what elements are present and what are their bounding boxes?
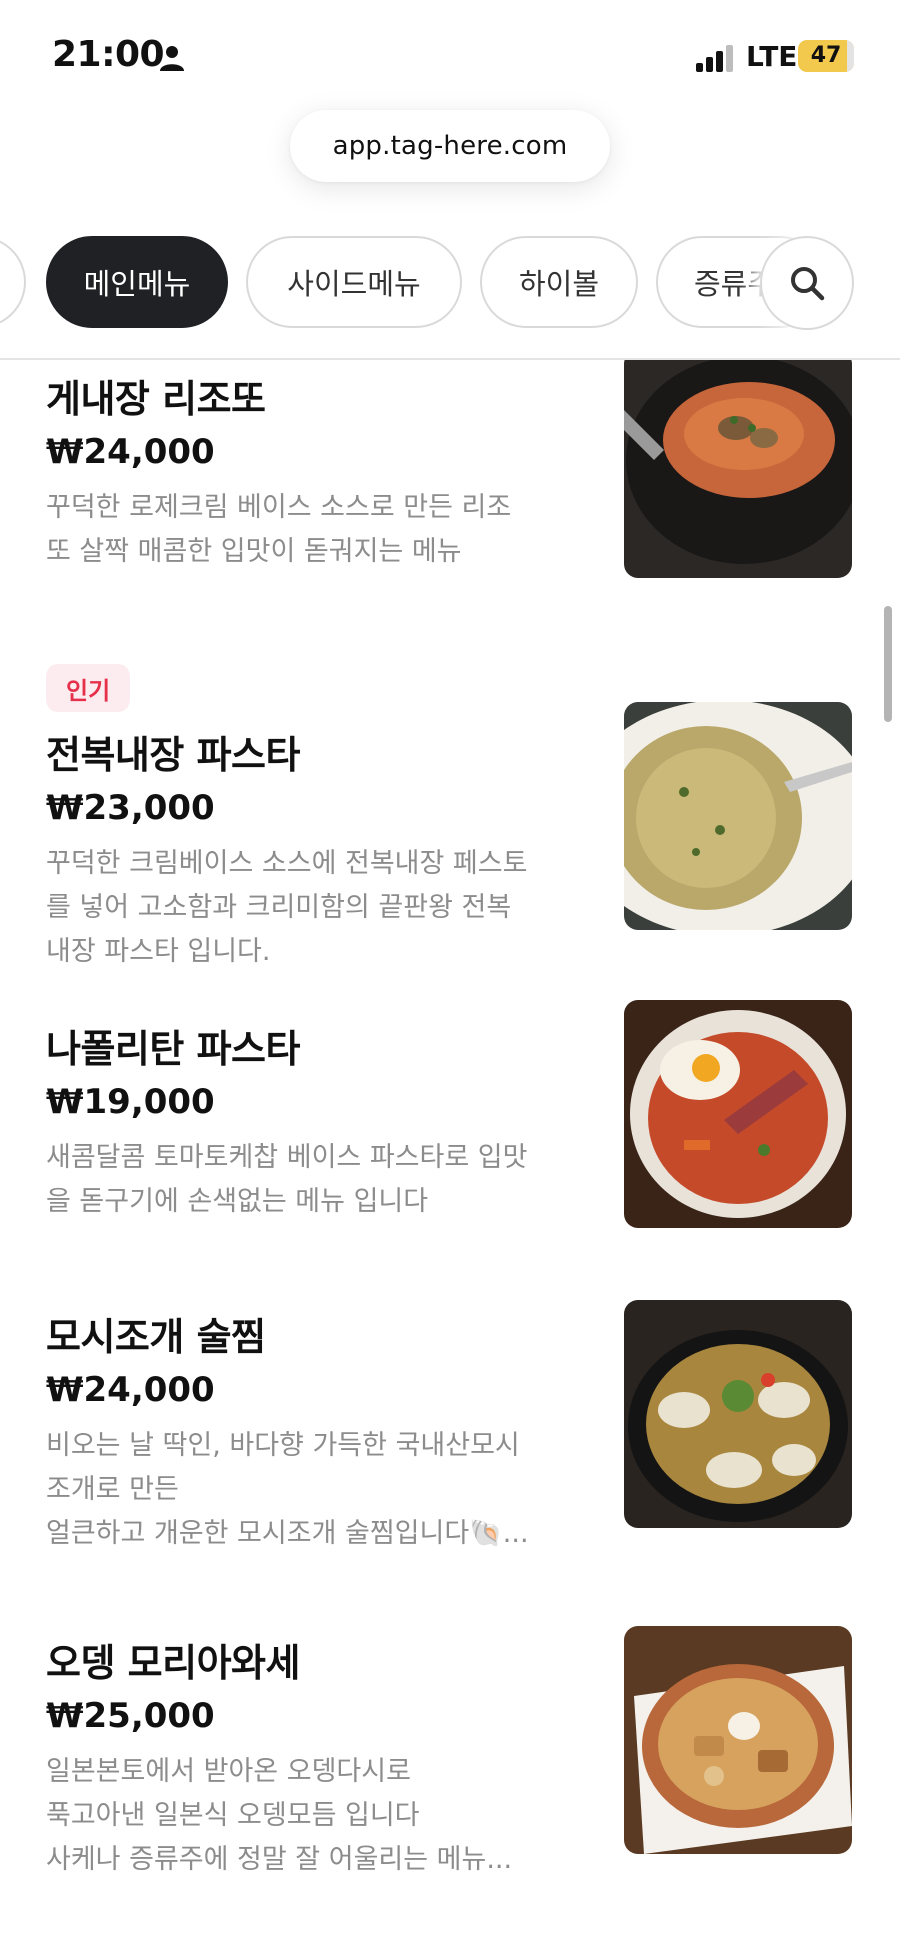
status-time: 21:00 (52, 34, 165, 75)
tab-side-menu[interactable]: 사이드메뉴 (246, 236, 462, 328)
tab-main-menu[interactable]: 메인메뉴 (46, 236, 228, 328)
item-price: ₩25,000 (46, 1696, 215, 1736)
item-description: 새콤달콤 토마토케찹 베이스 파스타로 입맛 을 돋구기에 손색없는 메뉴 입니… (46, 1142, 528, 1217)
item-photo (624, 1000, 852, 1228)
menu-item-clam-sake-steam[interactable]: 모시조개 술찜 ₩24,000 비오는 날 딱인, 바다향 가득한 국내산모시 … (0, 1300, 900, 1590)
network-label: LTE (746, 40, 798, 73)
item-name: 전복내장 파스타 (46, 733, 300, 777)
item-name: 오뎅 모리아와세 (46, 1641, 300, 1685)
item-name: 게내장 리조또 (46, 377, 266, 421)
item-description: 꾸덕한 로제크림 베이스 소스로 만든 리조 또 살짝 매콤한 입맛이 돋궈지는… (46, 492, 512, 567)
url-bar[interactable]: app.tag-here.com (290, 110, 610, 182)
item-photo (624, 1300, 852, 1528)
item-name: 모시조개 술찜 (46, 1315, 266, 1359)
menu-item-crab-risotto[interactable]: 게내장 리조또 ₩24,000 꾸덕한 로제크림 베이스 소스로 만든 리조 또… (0, 360, 900, 590)
item-description: 비오는 날 딱인, 바다향 가득한 국내산모시 조개로 만든 얼큰하고 개운한 … (46, 1430, 529, 1549)
item-photo (624, 702, 852, 930)
item-price: ₩23,000 (46, 788, 215, 828)
signal-icon (696, 45, 733, 72)
item-price: ₩24,000 (46, 432, 215, 472)
status-bar: 21:00 LTE 47 (0, 0, 900, 110)
menu-page: 21:00 LTE 47 app.tag-here.com 메인메뉴 사이드메뉴… (0, 0, 900, 1948)
popular-badge: 인기 (46, 664, 131, 712)
menu-item-abalone-pasta[interactable]: 인기 전복내장 파스타 ₩23,000 꾸덕한 크림베이스 소스에 전복내장 페… (0, 660, 900, 967)
person-icon (160, 46, 184, 71)
scrollbar[interactable] (884, 606, 892, 722)
item-price: ₩19,000 (46, 1082, 215, 1122)
tab-partial-left[interactable] (0, 236, 26, 328)
item-description: 일본본토에서 받아온 오뎅다시로 푹고아낸 일본식 오뎅모듬 입니다 사케나 증… (46, 1756, 513, 1875)
menu-item-napolitan-pasta[interactable]: 나폴리탄 파스타 ₩19,000 새콤달콤 토마토케찹 베이스 파스타로 입맛 … (0, 990, 900, 1240)
item-description: 꾸덕한 크림베이스 소스에 전복내장 페스토 를 넣어 고소함과 크리미함의 끝… (46, 848, 528, 967)
menu-item-oden-moriawase[interactable]: 오뎅 모리아와세 ₩25,000 일본본토에서 받아온 오뎅다시로 푹고아낸 일… (0, 1626, 900, 1948)
menu-list: 게내장 리조또 ₩24,000 꾸덕한 로제크림 베이스 소스로 만든 리조 또… (0, 360, 900, 1948)
item-photo (624, 1626, 852, 1854)
tab-highball[interactable]: 하이볼 (480, 236, 638, 328)
item-price: ₩24,000 (46, 1370, 215, 1410)
battery-icon: 47 (798, 40, 854, 72)
battery-level-label: 47 (810, 43, 842, 68)
search-icon (791, 267, 825, 301)
item-name: 나폴리탄 파스타 (46, 1027, 300, 1071)
item-photo (624, 360, 852, 578)
search-button[interactable] (760, 236, 854, 330)
